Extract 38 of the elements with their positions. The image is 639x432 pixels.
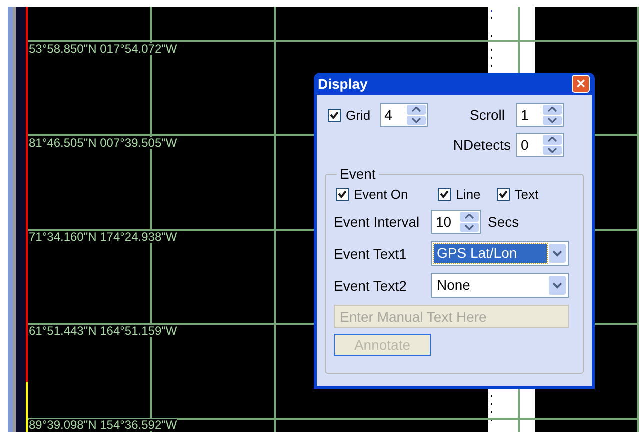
chevron-down-icon[interactable]: [553, 282, 562, 288]
checkbox[interactable]: [336, 188, 349, 201]
unit-label: Secs: [488, 214, 520, 230]
dropdown[interactable]: GPS Lat/Lon: [431, 241, 569, 266]
checkbox-label: Line: [456, 187, 481, 202]
checkbox[interactable]: [496, 188, 510, 201]
spin-up-icon[interactable]: [412, 107, 421, 112]
coordinate-label: 53°58.850"N 017°54.072"W: [29, 43, 178, 55]
checkbox-label: Grid: [346, 108, 371, 122]
checkbox[interactable]: [438, 188, 452, 201]
spin-up-icon[interactable]: [465, 214, 474, 220]
checkbox[interactable]: [328, 108, 341, 122]
spin-down-icon[interactable]: [548, 118, 557, 123]
chevron-down-icon[interactable]: [553, 250, 562, 256]
event-text-label: Event Text1: [334, 246, 408, 262]
coordinate-label: 81°46.505"N 007°39.505"W: [29, 137, 178, 149]
coordinate-label: 71°34.160"N 174°24.938"W: [29, 231, 178, 243]
event-text-label: Event Text2: [334, 278, 408, 294]
spin-down-icon[interactable]: [548, 148, 557, 153]
dialog-title: Display: [318, 76, 368, 92]
group-title: Event: [339, 166, 377, 182]
dropdown[interactable]: None: [431, 273, 569, 298]
close-button[interactable]: ×: [572, 75, 590, 93]
spin-down-icon[interactable]: [465, 224, 474, 230]
spin-box[interactable]: 0: [516, 133, 564, 157]
spin-up-icon[interactable]: [548, 137, 557, 142]
ndetects-label: NDetects: [453, 137, 511, 153]
checkbox-label: Event On: [354, 187, 408, 202]
spin-box[interactable]: 4: [380, 103, 428, 127]
spin-up-icon[interactable]: [548, 107, 557, 112]
checkbox-label: Text: [514, 187, 539, 202]
spin-box[interactable]: 10: [431, 210, 481, 234]
interval-label: Event Interval: [334, 214, 421, 230]
scroll-label: Scroll: [470, 107, 505, 123]
spin-box[interactable]: 1: [516, 103, 564, 127]
spin-down-icon[interactable]: [412, 118, 421, 123]
coordinate-label: 61°51.443"N 164°51.159"W: [29, 325, 178, 337]
coordinate-label: 89°39.098"N 154°36.592"W: [29, 419, 178, 431]
